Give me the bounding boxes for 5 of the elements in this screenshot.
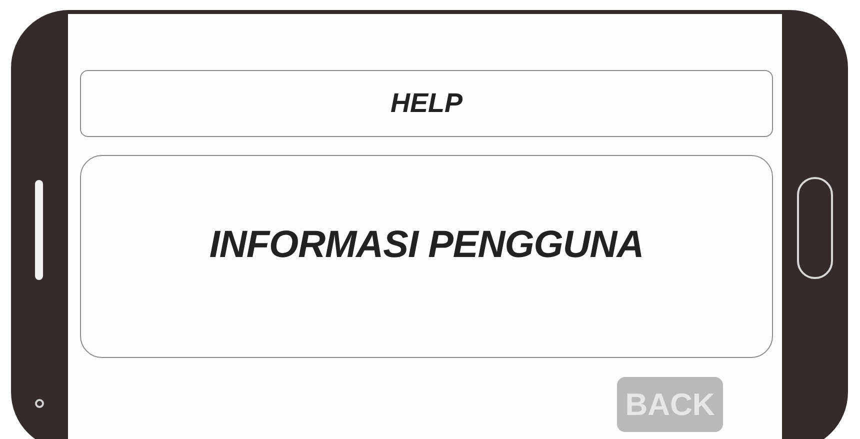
home-button-icon[interactable]: [797, 177, 833, 279]
help-title: HELP: [390, 88, 462, 119]
camera-icon: [35, 399, 44, 408]
side-button-icon: [35, 180, 43, 280]
info-text: INFORMASI PENGGUNA: [209, 224, 644, 267]
